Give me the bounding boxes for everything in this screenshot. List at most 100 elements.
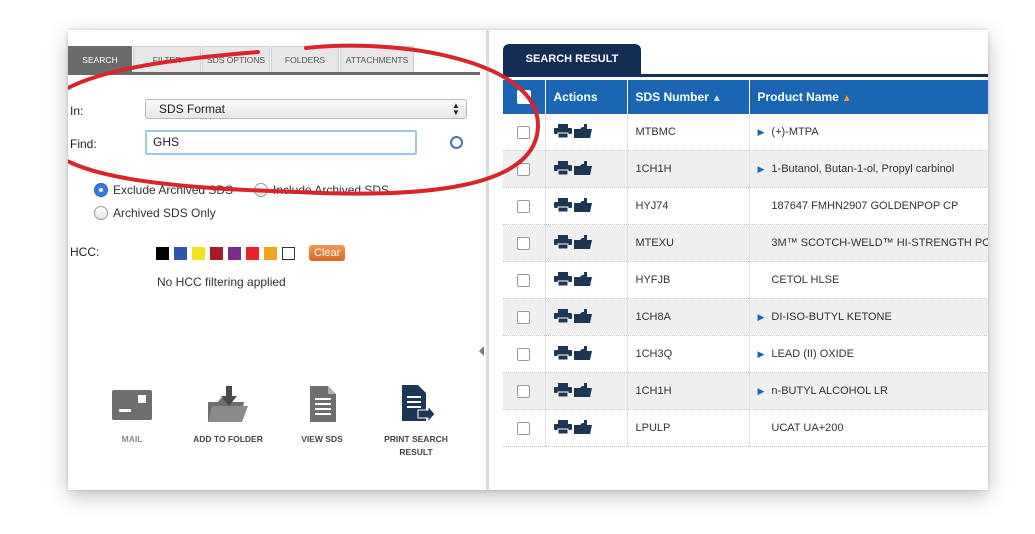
table-row[interactable]: LPULP▶UCAT UA+200 xyxy=(503,409,988,447)
row-checkbox[interactable] xyxy=(517,236,530,250)
row-product-name[interactable]: ▶187647 FMHN2907 GOLDENPOP CP xyxy=(749,187,988,225)
hcc-swatch-orange[interactable] xyxy=(264,246,277,260)
expand-icon[interactable]: ▶ xyxy=(758,164,765,175)
radio-archived-only[interactable]: Archived SDS Only xyxy=(94,206,216,220)
tab-folders[interactable]: FOLDERS xyxy=(271,46,339,72)
print-search-result-button[interactable]: PRINT SEARCH RESULT xyxy=(376,382,456,459)
clear-button[interactable]: Clear xyxy=(309,245,346,261)
row-product-name[interactable]: ▶UCAT UA+200 xyxy=(749,409,988,447)
tab-attachments[interactable]: ATTACHMENTS xyxy=(340,46,414,72)
row-product-name[interactable]: ▶ 1-Butanol, Butan-1-ol, Propyl carbinol xyxy=(749,150,988,188)
mail-button[interactable]: MAIL xyxy=(92,382,172,446)
print-icon[interactable] xyxy=(553,271,572,286)
hcc-swatch-yellow[interactable] xyxy=(192,246,205,260)
expand-icon[interactable]: ▶ xyxy=(758,312,765,323)
row-sds-number[interactable]: 1CH8A xyxy=(627,298,750,336)
print-icon[interactable] xyxy=(553,345,572,360)
search-tabs: SEARCH FILTER SDS OPTIONS FOLDERS ATTACH… xyxy=(68,46,415,72)
view-sds-button[interactable]: VIEW SDS xyxy=(282,382,362,446)
tab-search-result[interactable]: SEARCH RESULT xyxy=(503,44,641,74)
row-sds-number[interactable]: LPULP xyxy=(627,409,750,447)
table-row[interactable]: 1CH3Q ▶ LEAD (II) OXIDE xyxy=(503,335,988,373)
hcc-swatch-red[interactable] xyxy=(246,246,259,260)
sort-asc-icon[interactable]: ▲ xyxy=(842,93,852,104)
tab-search[interactable]: SEARCH xyxy=(68,46,132,72)
row-checkbox[interactable] xyxy=(517,421,530,435)
folder-add-icon[interactable] xyxy=(573,419,594,434)
table-row[interactable]: 1CH1H ▶ 1-Butanol, Butan-1-ol, Propyl carb… xyxy=(503,150,988,188)
row-sds-number[interactable]: HYFJB xyxy=(627,261,750,299)
table-row[interactable]: 1CH8A ▶ DI-ISO-BUTYL KETONE xyxy=(503,298,988,336)
expand-icon[interactable]: ▶ xyxy=(758,127,765,138)
print-icon[interactable] xyxy=(553,308,572,323)
hcc-swatch-black[interactable] xyxy=(156,246,169,260)
sds-number-header[interactable]: SDS Number ▲ xyxy=(627,80,750,114)
folder-add-icon[interactable] xyxy=(573,234,594,249)
folder-add-icon[interactable] xyxy=(573,308,594,323)
print-search-result-label: PRINT SEARCH RESULT xyxy=(384,434,448,457)
tab-filter[interactable]: FILTER xyxy=(133,46,201,72)
radio-exclude-archived-control[interactable] xyxy=(94,183,108,197)
table-row[interactable]: HYFJB▶CETOL HLSE xyxy=(503,261,988,299)
row-checkbox[interactable] xyxy=(517,347,530,361)
row-product-name[interactable]: ▶ (+)-MTPA xyxy=(749,114,988,151)
expand-icon[interactable]: ▶ xyxy=(758,386,765,397)
folder-add-icon[interactable] xyxy=(573,123,594,138)
search-icon[interactable] xyxy=(450,136,463,149)
row-checkbox[interactable] xyxy=(517,125,530,139)
hcc-swatch-purple[interactable] xyxy=(228,246,241,260)
search-scope-select[interactable]: SDS Format ▲ ▼ xyxy=(145,99,467,119)
radio-include-archived[interactable]: Include Archived SDS xyxy=(254,183,389,197)
folder-add-icon[interactable] xyxy=(573,271,594,286)
table-row[interactable]: MTBMC ▶ (+)-MTPA xyxy=(503,114,988,151)
folder-add-icon[interactable] xyxy=(573,197,594,212)
row-checkbox[interactable] xyxy=(517,384,530,398)
print-icon[interactable] xyxy=(553,234,572,249)
table-row[interactable]: 1CH1H ▶ n-BUTYL ALCOHOL LR xyxy=(503,372,988,410)
expand-icon[interactable]: ▶ xyxy=(758,349,765,360)
product-name-header[interactable]: Product Name ▲ xyxy=(749,80,988,114)
table-row[interactable]: MTEXU▶3M™ SCOTCH-WELD™ HI-STRENGTH POST xyxy=(503,224,988,262)
folder-add-icon[interactable] xyxy=(573,345,594,360)
row-product-name[interactable]: ▶CETOL HLSE xyxy=(749,261,988,299)
results-panel: SEARCH RESULT Actions SDS Number ▲ Produ… xyxy=(489,30,988,490)
select-all-checkbox[interactable] xyxy=(517,90,531,105)
mail-label: MAIL xyxy=(121,434,143,444)
add-to-folder-button[interactable]: ADD TO FOLDER xyxy=(188,382,268,446)
print-icon[interactable] xyxy=(553,123,572,138)
sort-asc-icon[interactable]: ▲ xyxy=(712,93,722,104)
radio-exclude-archived[interactable]: Exclude Archived SDS xyxy=(94,183,233,197)
print-icon[interactable] xyxy=(553,160,572,175)
hcc-swatch-dark-red[interactable] xyxy=(210,246,223,260)
row-sds-number[interactable]: HYJ74 xyxy=(627,187,750,225)
row-checkbox[interactable] xyxy=(517,273,530,287)
collapse-panel-icon[interactable] xyxy=(479,346,484,356)
print-icon[interactable] xyxy=(553,197,572,212)
table-row[interactable]: HYJ74▶187647 FMHN2907 GOLDENPOP CP xyxy=(503,187,988,225)
print-icon[interactable] xyxy=(553,382,572,397)
row-sds-number[interactable]: 1CH1H xyxy=(627,372,750,410)
tab-sds-options[interactable]: SDS OPTIONS xyxy=(202,46,270,72)
row-sds-number[interactable]: MTBMC xyxy=(627,114,750,151)
select-arrows-icon: ▲ ▼ xyxy=(452,101,460,117)
row-product-name[interactable]: ▶3M™ SCOTCH-WELD™ HI-STRENGTH POST xyxy=(749,224,988,262)
row-product-name[interactable]: ▶ n-BUTYL ALCOHOL LR xyxy=(749,372,988,410)
hcc-swatch-white[interactable] xyxy=(282,246,295,260)
row-select-cell xyxy=(503,335,546,373)
print-icon[interactable] xyxy=(553,419,572,434)
row-sds-number[interactable]: MTEXU xyxy=(627,224,750,262)
folder-add-icon[interactable] xyxy=(573,160,594,175)
row-checkbox[interactable] xyxy=(517,199,530,213)
row-product-name[interactable]: ▶ LEAD (II) OXIDE xyxy=(749,335,988,373)
radio-include-archived-label: Include Archived SDS xyxy=(273,183,390,197)
row-product-name[interactable]: ▶ DI-ISO-BUTYL KETONE xyxy=(749,298,988,336)
row-checkbox[interactable] xyxy=(517,310,530,324)
radio-include-archived-control[interactable] xyxy=(254,183,268,197)
folder-add-icon[interactable] xyxy=(573,382,594,397)
find-input[interactable]: GHS xyxy=(145,130,417,155)
row-sds-number[interactable]: 1CH1H xyxy=(627,150,750,188)
hcc-swatch-blue[interactable] xyxy=(174,246,187,260)
row-sds-number[interactable]: 1CH3Q xyxy=(627,335,750,373)
radio-archived-only-control[interactable] xyxy=(94,206,108,220)
row-checkbox[interactable] xyxy=(517,162,530,176)
